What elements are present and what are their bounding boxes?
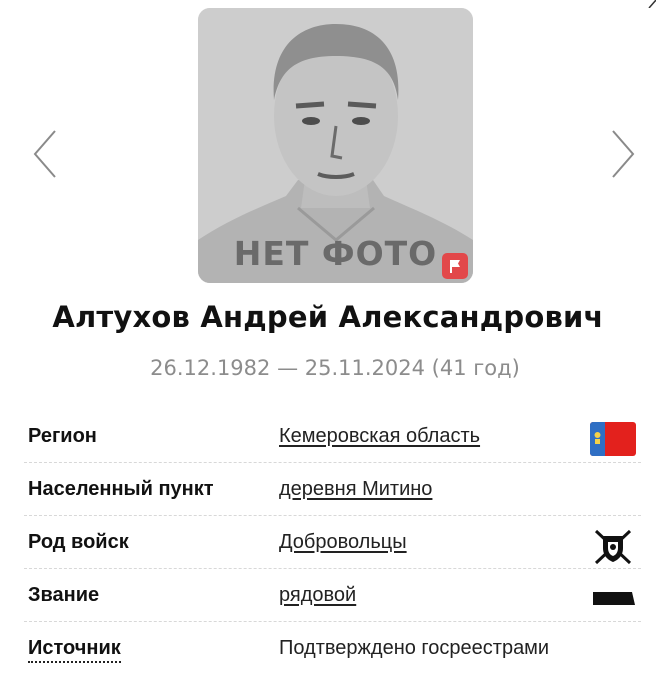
settlement-link[interactable]: деревня Митино — [279, 478, 432, 501]
rank-insignia-icon — [593, 592, 635, 605]
detail-row-rank: Звание рядовой — [24, 569, 641, 622]
details-table: Регион Кемеровская область Населенный пу… — [24, 410, 641, 674]
close-icon[interactable] — [646, 0, 656, 8]
source-value: Подтверждено госреестрами — [279, 637, 550, 659]
rank-link[interactable]: рядовой — [279, 584, 356, 607]
service-branch-link[interactable]: Добровольцы — [279, 531, 407, 554]
previous-button[interactable] — [30, 128, 60, 180]
report-flag-button[interactable] — [442, 253, 468, 279]
detail-label: Населенный пункт — [28, 478, 214, 500]
detail-label: Род войск — [28, 531, 129, 553]
chevron-right-icon — [612, 130, 635, 178]
life-dates: 26.12.1982 — 25.11.2024 (41 год) — [150, 356, 520, 380]
next-button[interactable] — [608, 128, 638, 180]
region-flag-icon — [590, 422, 636, 456]
detail-row-source: Источник Подтверждено госреестрами — [24, 622, 641, 674]
no-photo-label: НЕТ ФОТО — [233, 234, 438, 273]
source-tooltip-label[interactable]: Источник — [28, 637, 121, 663]
volunteers-emblem-icon — [594, 529, 632, 565]
detail-row-settlement: Населенный пункт деревня Митино — [24, 463, 641, 516]
detail-row-region: Регион Кемеровская область — [24, 410, 641, 463]
photo-placeholder: НЕТ ФОТО — [198, 8, 473, 283]
detail-label: Звание — [28, 584, 100, 606]
person-name: Алтухов Андрей Александрович — [52, 300, 604, 334]
flag-icon — [450, 260, 460, 273]
chevron-left-icon — [33, 130, 56, 178]
detail-row-service-branch: Род войск Добровольцы — [24, 516, 641, 569]
region-link[interactable]: Кемеровская область — [279, 425, 480, 448]
detail-label: Регион — [28, 425, 97, 447]
